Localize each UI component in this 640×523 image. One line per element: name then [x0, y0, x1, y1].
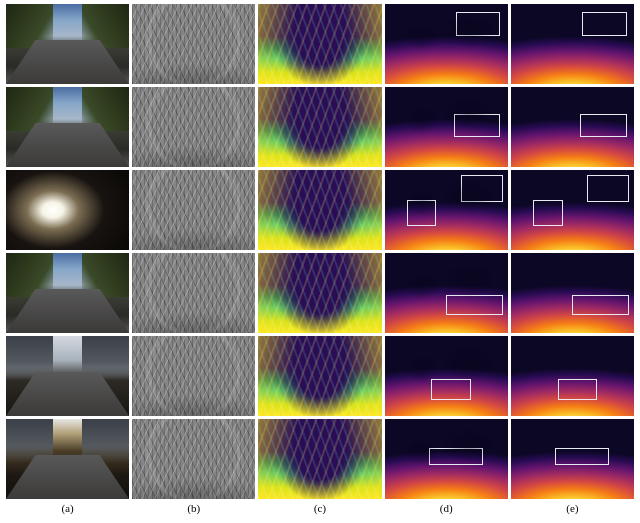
panel-r2-e: [511, 87, 634, 167]
panel-r5-e: [511, 336, 634, 416]
highlight-box: [555, 448, 609, 466]
panel-r1-a: [6, 4, 129, 84]
panel-r4-c: [258, 253, 381, 333]
panel-r1-d: [385, 4, 508, 84]
column-label-c: (c): [258, 502, 381, 515]
panel-r4-d: [385, 253, 508, 333]
panel-r6-a: [6, 419, 129, 499]
panel-r3-d: [385, 170, 508, 250]
highlight-box: [558, 379, 597, 400]
column-label-d: (d): [385, 502, 508, 515]
column-label-e: (e): [511, 502, 634, 515]
panel-r4-a: [6, 253, 129, 333]
highlight-box: [587, 175, 629, 202]
column-label-a: (a): [6, 502, 129, 515]
panel-r4-b: [132, 253, 255, 333]
panel-r2-a: [6, 87, 129, 167]
panel-r6-b: [132, 419, 255, 499]
panel-r3-e: [511, 170, 634, 250]
panel-r4-e: [511, 253, 634, 333]
panel-r5-a: [6, 336, 129, 416]
panel-r3-a: [6, 170, 129, 250]
panel-r1-b: [132, 4, 255, 84]
panel-r2-c: [258, 87, 381, 167]
highlight-box: [454, 114, 501, 136]
figure-grid: (a) (b) (c) (d) (e): [6, 4, 634, 515]
panel-r3-c: [258, 170, 381, 250]
highlight-box: [580, 114, 627, 136]
column-label-b: (b): [132, 502, 255, 515]
highlight-box: [431, 379, 470, 400]
panel-r5-d: [385, 336, 508, 416]
highlight-box: [429, 448, 483, 466]
highlight-box: [572, 295, 629, 316]
highlight-box: [582, 12, 626, 36]
panel-r2-d: [385, 87, 508, 167]
panel-r6-d: [385, 419, 508, 499]
highlight-box: [461, 175, 503, 202]
figure: (a) (b) (c) (d) (e): [0, 0, 640, 523]
panel-r6-e: [511, 419, 634, 499]
highlight-box: [533, 200, 563, 226]
panel-r5-c: [258, 336, 381, 416]
panel-r2-b: [132, 87, 255, 167]
panel-r6-c: [258, 419, 381, 499]
panel-r1-c: [258, 4, 381, 84]
panel-r5-b: [132, 336, 255, 416]
highlight-box: [407, 200, 437, 226]
panel-r3-b: [132, 170, 255, 250]
panel-r1-e: [511, 4, 634, 84]
highlight-box: [456, 12, 500, 36]
highlight-box: [446, 295, 503, 316]
